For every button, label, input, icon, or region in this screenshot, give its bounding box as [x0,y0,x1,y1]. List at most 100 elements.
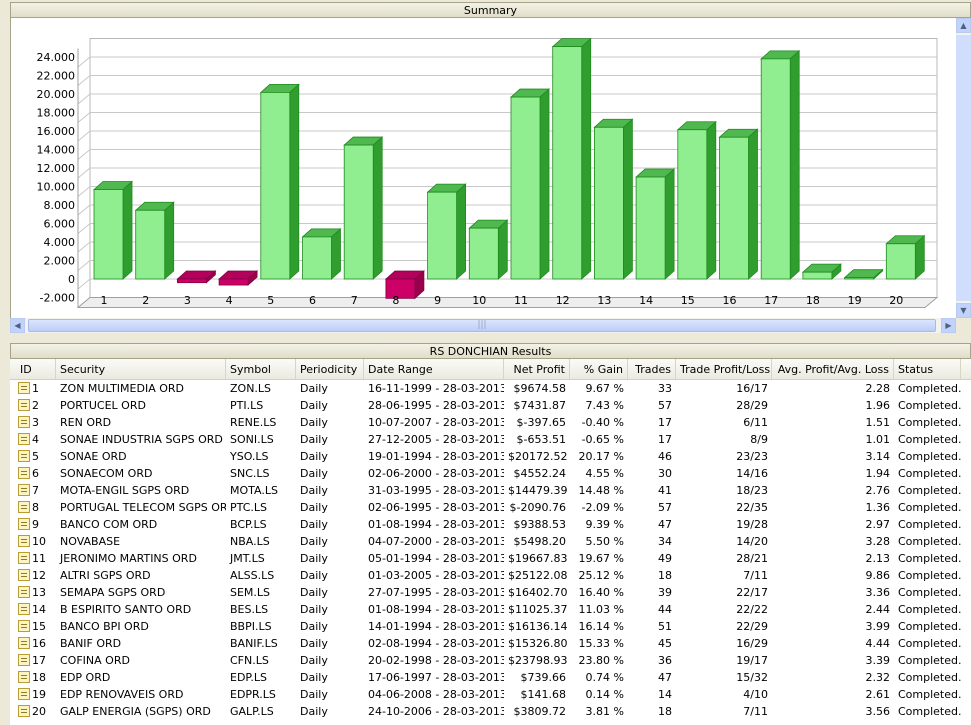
column-header-net-profit[interactable]: Net Profit [504,359,570,379]
cell-periodicity: Daily [300,620,328,633]
table-row[interactable]: 19 EDP RENOVAVEIS ORD EDPR.LS Daily 04-06-20… [10,686,971,703]
table-row[interactable]: 3 REN ORD RENE.LS Daily 10-07-2007 - 28-03-2… [10,414,971,431]
cell-net-profit: $-2090.76 [509,501,566,514]
results-table: ID Security Symbol Periodicity Date Range Net… [10,359,971,725]
x-tick-label: 19 [848,294,862,307]
cell-id: 13 [32,586,46,599]
result-document-icon [18,416,30,428]
table-row[interactable]: 4 SONAE INDUSTRIA SGPS ORD SONI.LS Daily 27-… [10,431,971,448]
result-document-icon [18,518,30,530]
cell-date-range: 28-06-1995 - 28-03-2013 [368,399,504,412]
cell-trades: 18 [658,569,672,582]
x-tick-label: 5 [267,294,274,307]
column-header-date-range[interactable]: Date Range [364,359,504,379]
x-tick-label: 9 [434,294,441,307]
table-row[interactable]: 13 SEMAPA SGPS ORD SEM.LS Daily 27-07-1995 -… [10,584,971,601]
scroll-left-button[interactable]: ◀ [10,318,25,333]
bar [844,277,874,280]
cell-date-range: 24-10-2006 - 28-03-2013 [368,705,504,718]
table-row[interactable]: 8 PORTUGAL TELECOM SGPS ORD PTC.LS Daily 02-… [10,499,971,516]
result-document-icon [18,433,30,445]
cell-date-range: 01-03-2005 - 28-03-2013 [368,569,504,582]
cell-id: 14 [32,603,46,616]
cell-id: 4 [32,433,39,446]
cell-trade-profit-loss: 22/35 [736,501,768,514]
cell-id: 1 [32,382,39,395]
result-document-icon [18,671,30,683]
table-row[interactable]: 20 GALP ENERGIA (SGPS) ORD GALP.LS Daily 24-… [10,703,971,720]
bar [176,278,207,284]
cell-status: Completed. [898,518,961,531]
y-tick-label: 12.000 [37,162,76,175]
bar [427,191,458,280]
scroll-down-button[interactable]: ▼ [956,303,971,318]
cell-status: Completed. [898,569,961,582]
bar [510,96,541,280]
horizontal-scroll-thumb[interactable]: ||| [28,319,936,332]
chart-horizontal-scrollbar[interactable]: ◀ ||| ▶ [10,318,956,333]
column-header-pct-gain[interactable]: % Gain [570,359,628,379]
result-document-icon [18,484,30,496]
cell-trades: 44 [658,603,672,616]
cell-security: MOTA-ENGIL SGPS ORD [60,484,190,497]
summary-chart: -2.000 0 2.000 4.000 6.000 8.000 10.000 12.000 1… [10,18,957,318]
table-row[interactable]: 15 BANCO BPI ORD BBPI.LS Daily 14-01-1994 - … [10,618,971,635]
table-row[interactable]: 2 PORTUCEL ORD PTI.LS Daily 28-06-1995 - 28-… [10,397,971,414]
cell-trades: 39 [658,586,672,599]
y-gridline-diagonal [77,223,91,234]
result-document-icon [18,382,30,394]
table-row[interactable]: 6 SONAECOM ORD SNC.LS Daily 02-06-2000 - 28-… [10,465,971,482]
cell-symbol: MOTA.LS [230,484,278,497]
cell-trades: 33 [658,382,672,395]
table-row[interactable]: 12 ALTRI SGPS ORD ALSS.LS Daily 01-03-2005 -… [10,567,971,584]
column-header-id[interactable]: ID [10,359,56,379]
cell-security: SONAE INDUSTRIA SGPS ORD [60,433,223,446]
table-row[interactable]: 14 B ESPIRITO SANTO ORD BES.LS Daily 01-08-1… [10,601,971,618]
x-tick-label: 2 [142,294,149,307]
y-gridline-diagonal [77,278,91,290]
cell-pct-gain: 23.80 % [578,654,624,667]
cell-net-profit: $15326.80 [508,637,568,650]
cell-net-profit: $-653.51 [516,433,566,446]
column-header-trade-profit-loss[interactable]: Trade Profit/Loss [676,359,772,379]
table-row[interactable]: 17 COFINA ORD CFN.LS Daily 20-02-1998 - 28-0… [10,652,971,669]
column-header-status[interactable]: Status [894,359,961,379]
cell-id: 3 [32,416,39,429]
table-row[interactable]: 1 ZON MULTIMEDIA ORD ZON.LS Daily 16-11-1999… [10,380,971,397]
bar-side [581,37,592,280]
y-tick-label: 2.000 [44,255,76,268]
column-header-symbol[interactable]: Symbol [226,359,296,379]
result-document-icon [18,688,30,700]
x-tick-label: 14 [639,294,653,307]
result-document-icon [18,501,30,513]
vertical-scroll-thumb[interactable] [956,35,971,301]
cell-date-range: 19-01-1994 - 28-03-2013 [368,450,504,463]
column-header-trades[interactable]: Trades [628,359,676,379]
table-row[interactable]: 11 JERONIMO MARTINS ORD JMT.LS Daily 05-01-1… [10,550,971,567]
scroll-up-button[interactable]: ▲ [956,18,971,33]
column-header-avg-profit-loss[interactable]: Avg. Profit/Avg. Loss [772,359,894,379]
cell-net-profit: $4552.24 [513,467,567,480]
table-row[interactable]: 7 MOTA-ENGIL SGPS ORD MOTA.LS Daily 31-03-19… [10,482,971,499]
cell-pct-gain: 0.74 % [585,671,624,684]
cell-pct-gain: 0.14 % [585,688,624,701]
cell-avg-profit-loss: 3.56 [865,705,891,718]
result-document-icon [18,637,30,649]
table-row[interactable]: 9 BANCO COM ORD BCP.LS Daily 01-08-1994 - 28… [10,516,971,533]
column-header-security[interactable]: Security [56,359,226,379]
cell-status: Completed. [898,637,961,650]
cell-id: 15 [32,620,46,633]
x-tick-label: 12 [556,294,570,307]
column-header-periodicity[interactable]: Periodicity [296,359,364,379]
scroll-right-button[interactable]: ▶ [941,318,956,333]
table-row[interactable]: 5 SONAE ORD YSO.LS Daily 19-01-1994 - 28-03-… [10,448,971,465]
table-row[interactable]: 10 NOVABASE NBA.LS Daily 04-07-2000 - 28-03-… [10,533,971,550]
chart-vertical-scrollbar[interactable]: ▲ ▼ [956,18,971,318]
bar [385,278,416,299]
table-row[interactable]: 16 BANIF ORD BANIF.LS Daily 02-08-1994 - 28-… [10,635,971,652]
y-tick-label: 16.000 [37,125,76,138]
table-row[interactable]: 18 EDP ORD EDP.LS Daily 17-06-1997 - 28-03-2… [10,669,971,686]
result-document-icon [18,620,30,632]
cell-date-range: 04-06-2008 - 28-03-2013 [368,688,504,701]
cell-net-profit: $9674.58 [513,382,567,395]
